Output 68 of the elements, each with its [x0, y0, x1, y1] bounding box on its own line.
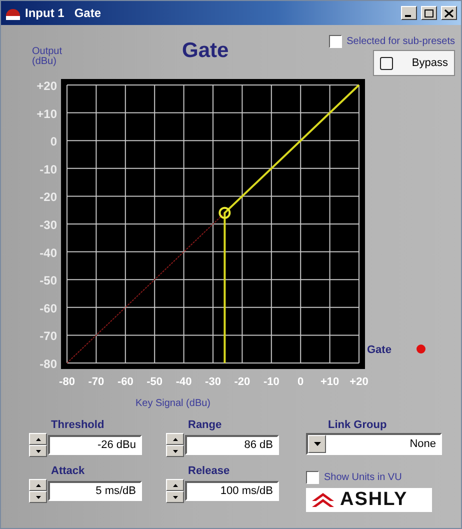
field-label: Range: [188, 419, 223, 433]
checkbox[interactable]: [306, 471, 319, 484]
logo: ASHLY: [306, 488, 432, 512]
tick-label: -20: [234, 376, 250, 388]
link-group-dropdown[interactable]: None: [306, 433, 442, 455]
window-title: Input 1 Gate: [25, 6, 102, 20]
spin-down-button[interactable]: [166, 445, 184, 457]
tick-label: -50: [40, 274, 57, 288]
maximize-icon[interactable]: [424, 8, 434, 18]
close-icon[interactable]: [444, 8, 454, 18]
tick-label: -20: [40, 190, 57, 204]
tick-label: -80: [59, 376, 75, 388]
tick-label: -40: [176, 376, 192, 388]
tick-label: 0: [298, 376, 304, 388]
tick-label: +10: [36, 106, 57, 121]
caret-down-icon[interactable]: [36, 496, 40, 498]
spin-down-button[interactable]: [29, 491, 47, 503]
spin-up-button[interactable]: [29, 479, 47, 491]
caret-down-icon[interactable]: [36, 450, 40, 452]
field-label: Link Group: [328, 419, 388, 433]
bypass-button[interactable]: Bypass: [373, 50, 455, 76]
tick-label: -60: [117, 376, 134, 388]
field-label: Attack: [51, 465, 86, 479]
tick-label: 0: [50, 134, 57, 149]
caret-up-icon[interactable]: [36, 438, 40, 440]
tick-label: -40: [40, 246, 57, 260]
close-button[interactable]: [441, 6, 457, 20]
minimize-button[interactable]: [401, 6, 417, 20]
value-field[interactable]: 100 ms/dB: [185, 481, 279, 501]
field-label: Release: [188, 465, 231, 479]
maximize-button[interactable]: [421, 6, 437, 20]
caret-down-icon[interactable]: [172, 450, 178, 452]
checkbox[interactable]: [328, 35, 342, 48]
tick-label: -50: [146, 376, 163, 388]
checkbox-label: Show Units in VU: [324, 472, 402, 483]
caret-up-icon[interactable]: [36, 484, 40, 486]
value-field[interactable]: -26 dBu: [48, 435, 142, 455]
tick-label: -10: [40, 162, 57, 176]
app-icon: [5, 6, 21, 20]
spin-up-button[interactable]: [166, 479, 184, 491]
tick-label: -30: [205, 376, 221, 388]
indicator-label: Gate: [367, 344, 392, 356]
field-label: Threshold: [51, 419, 106, 433]
spin-down-button[interactable]: [29, 445, 47, 457]
caret-up-icon[interactable]: [172, 484, 178, 486]
tick-label: -30: [40, 218, 57, 232]
panel-title: Gate: [182, 39, 229, 64]
axis-title: Key Signal (dBu): [135, 398, 211, 409]
checkbox-label: Selected for sub-presets: [346, 36, 455, 47]
caret-down-icon[interactable]: [172, 496, 178, 498]
dropdown-arrow-icon[interactable]: [314, 442, 320, 446]
caret-up-icon[interactable]: [172, 438, 178, 440]
tick-label: +20: [36, 79, 57, 93]
tick-label: -60: [40, 301, 57, 316]
tick-label: -70: [88, 376, 104, 388]
tick-label: +10: [320, 376, 340, 388]
tick-label: +20: [350, 376, 368, 388]
value-field[interactable]: 5 ms/dB: [48, 481, 142, 501]
tick-label: -70: [40, 329, 57, 344]
threshold-handle[interactable]: [218, 206, 231, 219]
spin-down-button[interactable]: [166, 491, 184, 503]
tick-label: -10: [263, 376, 280, 388]
axis-title: Output (dBu): [32, 47, 64, 69]
spin-up-button[interactable]: [29, 433, 47, 445]
spin-up-button[interactable]: [166, 433, 184, 445]
tick-label: -80: [40, 357, 57, 371]
chevron-icon: [312, 493, 334, 507]
value-field[interactable]: 86 dB: [185, 435, 279, 455]
